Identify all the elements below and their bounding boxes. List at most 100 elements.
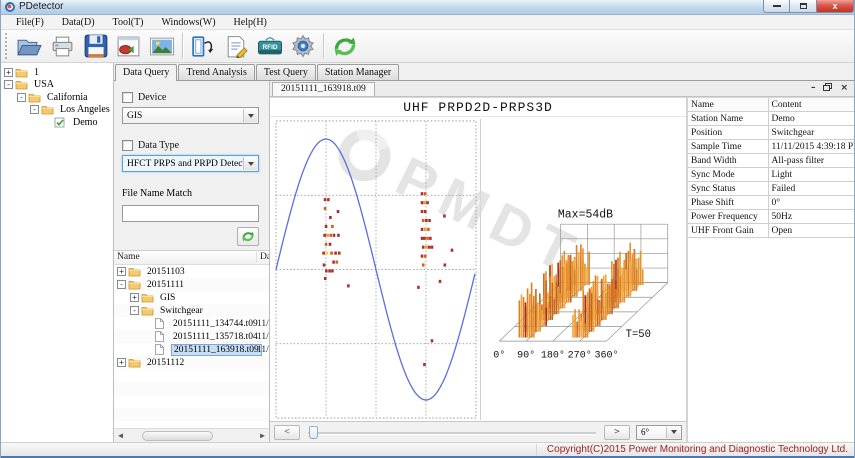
doc-restore-button[interactable] <box>823 83 832 94</box>
edit-report-button[interactable] <box>220 31 253 61</box>
tab-trend-analysis[interactable]: Trend Analysis <box>178 64 254 80</box>
menu-data-d[interactable]: Data(D) <box>53 17 104 28</box>
rfid-button[interactable]: RFID <box>253 31 286 61</box>
prop-value: 50Hz <box>768 210 854 224</box>
document-window-controls: – × <box>811 83 854 96</box>
file-tree-item[interactable]: + GIS <box>114 291 269 304</box>
file-icon <box>154 331 165 342</box>
slider-track[interactable] <box>306 425 598 440</box>
image-button[interactable] <box>145 31 178 61</box>
collapse-icon[interactable]: - <box>30 105 39 114</box>
file-list-header: Name Da <box>114 251 269 265</box>
expand-icon[interactable]: + <box>117 267 126 276</box>
expand-icon[interactable]: + <box>4 68 13 77</box>
folder-icon-wrap <box>15 67 29 78</box>
maximize-button[interactable] <box>790 0 816 13</box>
settings-button[interactable] <box>286 31 319 61</box>
report-chart-button[interactable] <box>112 31 145 61</box>
toolbar-grip[interactable] <box>5 33 9 59</box>
folder-icon <box>128 357 141 368</box>
tab-data-query[interactable]: Data Query <box>115 64 177 81</box>
prop-name: Power Frequency <box>688 210 768 224</box>
datatype-checkbox[interactable] <box>122 140 133 151</box>
menu-windows-w[interactable]: Windows(W) <box>153 17 225 28</box>
query-refresh-button[interactable] <box>237 227 259 246</box>
collapse-icon[interactable]: - <box>4 80 13 89</box>
file-tree-item[interactable]: 20151111_134744.t0911/1 <box>114 317 269 330</box>
slider-prev-button[interactable]: < <box>274 425 300 440</box>
scroll-right-icon[interactable]: ▶ <box>256 430 269 442</box>
file-tree-item[interactable]: - Switchgear <box>114 304 269 317</box>
station-tree-item[interactable]: -Los Angeles <box>1 104 113 117</box>
scroll-left-icon[interactable]: ◀ <box>114 430 127 442</box>
slider-thumb[interactable] <box>309 426 318 439</box>
folder-icon <box>141 305 154 316</box>
file-icon <box>154 344 165 355</box>
tree-item-label: California <box>45 92 90 103</box>
document-tab[interactable]: 20151111_163918.t09 <box>272 82 375 96</box>
menu-help-h[interactable]: Help(H) <box>225 17 276 28</box>
tree-item-label: 1 <box>32 67 41 78</box>
tree-item-label: 20151103 <box>145 267 187 277</box>
station-tree-item[interactable]: - USA <box>1 79 113 92</box>
collapse-icon[interactable]: - <box>117 280 126 289</box>
tree-item-label: USA <box>32 79 56 90</box>
column-name[interactable]: Name <box>117 252 140 262</box>
hscroll-track[interactable] <box>127 430 256 442</box>
file-match-label: File Name Match <box>122 188 259 199</box>
file-date: 11/1 <box>257 319 269 329</box>
refresh-icon <box>241 230 255 243</box>
refresh-button[interactable] <box>328 31 361 61</box>
collapse-icon[interactable]: - <box>130 306 139 315</box>
file-tree-item[interactable]: 20151111_163918.t0911/1 <box>114 343 269 356</box>
file-tree-item[interactable]: 20151111_135718.t0411/1 <box>114 330 269 343</box>
file-match-input[interactable] <box>122 205 259 222</box>
open-folder-button[interactable] <box>13 31 46 61</box>
file-tree-item[interactable]: -20151111 <box>114 278 269 291</box>
device-select[interactable]: GIS <box>122 107 259 124</box>
prop-value: Light <box>768 168 854 182</box>
station-tree-item[interactable]: Demo <box>1 116 113 129</box>
file-tree-item[interactable]: +20151103 <box>114 265 269 278</box>
column-date[interactable]: Da <box>256 252 269 262</box>
menu-file-f[interactable]: File(F) <box>7 17 53 28</box>
collapse-icon[interactable]: - <box>17 93 26 102</box>
file-date: 11/1 <box>257 345 269 355</box>
refresh-icon <box>331 34 359 59</box>
folder-icon-wrap <box>128 266 142 277</box>
datatype-select-value: HFCT PRPS and PRPD Detection Dat <box>127 159 259 169</box>
prop-name: Sync Status <box>688 182 768 196</box>
device-checkbox[interactable] <box>122 92 133 103</box>
save-button[interactable] <box>79 31 112 61</box>
tab-test-query[interactable]: Test Query <box>256 64 316 80</box>
expand-icon[interactable]: + <box>130 293 139 302</box>
folder-icon-wrap <box>28 92 42 103</box>
file-tree-item[interactable]: +20151112 <box>114 356 269 369</box>
tree-item-label: Switchgear <box>158 306 205 316</box>
station-tree-item[interactable]: - California <box>1 91 113 104</box>
window-export-button[interactable] <box>187 31 220 61</box>
tab-station-manager[interactable]: Station Manager <box>317 64 399 80</box>
tree-item-label: Demo <box>71 117 99 128</box>
folder-icon <box>15 67 28 78</box>
menu-tool-t[interactable]: Tool(T) <box>104 17 153 28</box>
folder-icon <box>141 292 154 303</box>
doc-close-button[interactable]: × <box>840 84 848 93</box>
toolbar-separator <box>182 33 183 59</box>
close-button[interactable]: x <box>816 0 854 13</box>
station-tree-item[interactable]: +1 <box>1 66 113 79</box>
angle-select[interactable]: 6° <box>636 425 682 440</box>
expand-icon[interactable]: + <box>117 358 126 367</box>
tree-item-label: GIS <box>158 293 177 303</box>
file-list-hscrollbar[interactable]: ◀ ▶ <box>114 428 269 442</box>
minimize-button[interactable] <box>763 0 790 13</box>
datatype-select[interactable]: HFCT PRPS and PRPD Detection Dat <box>122 155 259 172</box>
doc-minimize-button[interactable]: – <box>811 84 816 93</box>
hscroll-thumb[interactable] <box>142 431 213 441</box>
prop-value: Demo <box>768 112 854 126</box>
props-row: PositionSwitchgear <box>688 126 854 140</box>
print-button[interactable] <box>46 31 79 61</box>
props-row: UHF Front GainOpen <box>688 224 854 238</box>
chart-divider <box>480 119 483 420</box>
slider-next-button[interactable]: > <box>604 425 630 440</box>
